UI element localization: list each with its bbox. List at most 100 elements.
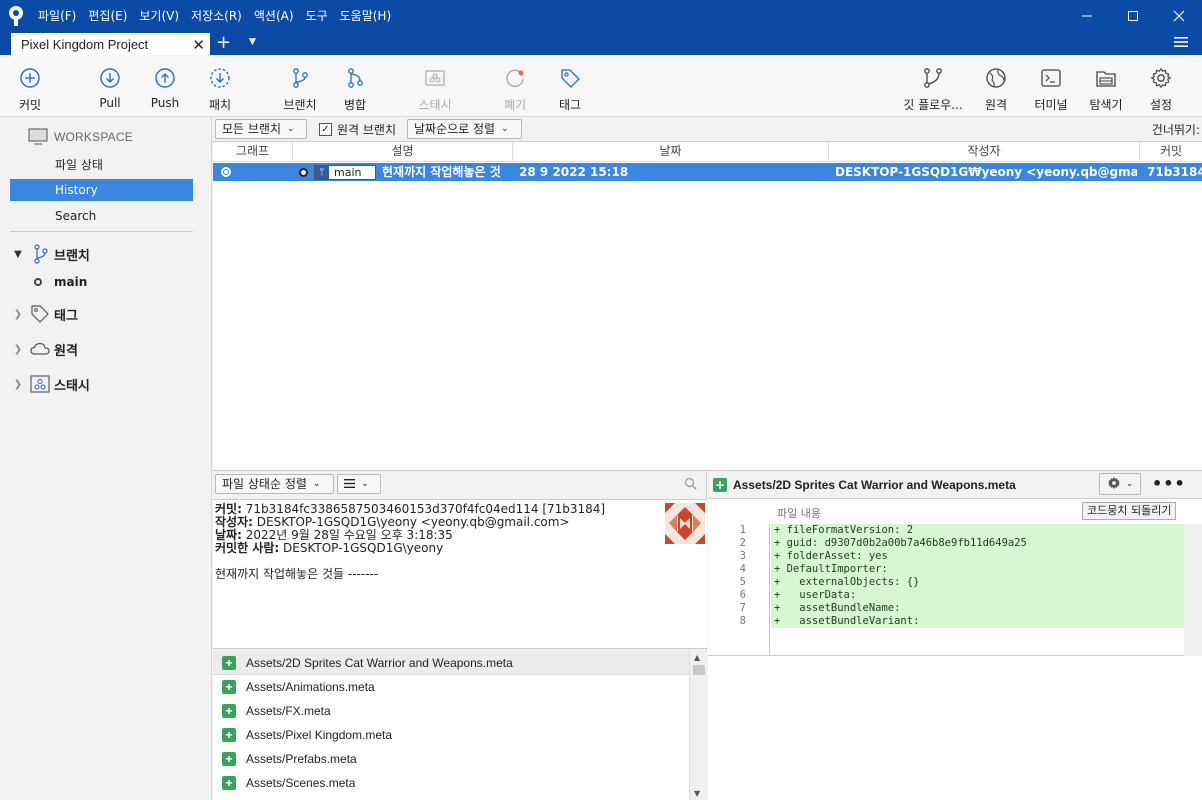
sidebar-item-file-status[interactable]: 파일 상태 bbox=[10, 154, 193, 176]
push-button[interactable]: Push bbox=[135, 65, 195, 110]
line-number: 4 bbox=[739, 563, 746, 575]
list-item[interactable]: + Assets/Scenes.meta bbox=[213, 771, 689, 795]
column-author[interactable]: 작성자 bbox=[829, 142, 1140, 162]
menu-repository[interactable]: 저장소(R) bbox=[185, 0, 248, 32]
diff-scrollbar[interactable] bbox=[1184, 524, 1202, 656]
tab-close-icon[interactable]: ✕ bbox=[192, 36, 205, 54]
search-icon[interactable] bbox=[684, 477, 697, 493]
menu-tools[interactable]: 도구 bbox=[300, 0, 334, 32]
diff-options-dropdown[interactable]: ⌄ bbox=[1099, 473, 1141, 495]
sidebar-branch-main[interactable]: main bbox=[34, 275, 87, 289]
file-added-icon: + bbox=[222, 704, 236, 718]
history-table: 그래프 설명 날짜 작성자 커밋 ᛘ main 현재까지 작업해놓은 것 28 … bbox=[213, 141, 1202, 471]
stash-label: 스태시 bbox=[418, 98, 452, 112]
chevron-right-icon: ❯ bbox=[13, 308, 23, 320]
added-code: + guid: d9307d0b2a00b7a46b8e9fb11d649a25 bbox=[771, 537, 1184, 550]
new-tab-button[interactable]: + bbox=[216, 34, 231, 52]
commit-hash-value[interactable]: 71b3184fc3386587503460153d370f4fc04ed114… bbox=[246, 502, 605, 516]
remote-label: 원격 bbox=[984, 98, 1008, 112]
list-item[interactable]: + Assets/Pixel Kingdom.meta bbox=[213, 723, 689, 747]
chevron-down-icon: ⌄ bbox=[361, 479, 369, 489]
branch-filter-dropdown[interactable]: 모든 브랜치 ⌄ bbox=[215, 119, 307, 139]
stash-button[interactable]: 스태시 bbox=[405, 65, 465, 113]
skip-label: 건너뛰기: bbox=[1151, 123, 1200, 137]
list-item[interactable]: + Assets/Prefabs.meta bbox=[213, 747, 689, 771]
branch-filter-value: 모든 브랜치 bbox=[222, 122, 282, 136]
branches-label: 브랜치 bbox=[54, 248, 90, 264]
discard-label: 폐기 bbox=[503, 98, 527, 112]
sidebar-group-branches[interactable]: ▼ 브랜치 bbox=[12, 244, 90, 264]
maximize-button[interactable] bbox=[1110, 0, 1156, 32]
sidebar-group-stashes[interactable]: ❯ 스태시 bbox=[12, 374, 90, 394]
sidebar-group-remotes[interactable]: ❯ 원격 bbox=[12, 339, 78, 359]
column-date[interactable]: 날짜 bbox=[513, 142, 829, 162]
scroll-down-icon[interactable]: ▼ bbox=[694, 789, 700, 798]
hunk-label: 파일 내용 bbox=[777, 507, 821, 520]
explorer-button[interactable]: 탐색기 bbox=[1076, 65, 1136, 113]
gitflow-button[interactable]: 깃 플로우... bbox=[903, 65, 963, 113]
push-label: Push bbox=[150, 96, 180, 110]
chevron-right-icon: ❯ bbox=[13, 343, 23, 355]
sort-order-dropdown[interactable]: 날짜순으로 정렬 ⌄ bbox=[407, 119, 522, 139]
head-indicator-icon bbox=[299, 168, 308, 177]
window-controls bbox=[1064, 0, 1202, 32]
author-avatar bbox=[665, 503, 705, 544]
menu-help[interactable]: 도움말(H) bbox=[334, 0, 398, 32]
chevron-right-icon: ❯ bbox=[13, 378, 23, 390]
menu-actions[interactable]: 액션(A) bbox=[248, 0, 300, 32]
fetch-button[interactable]: 패치 bbox=[190, 65, 250, 113]
commit-button[interactable]: 커밋 bbox=[0, 65, 60, 113]
list-item[interactable]: + Assets/Animations.meta bbox=[213, 675, 689, 699]
remote-branches-checkbox[interactable]: ✓ 원격 브랜치 bbox=[319, 121, 396, 138]
scrollbar-thumb[interactable] bbox=[693, 665, 705, 675]
chevron-down-icon: ⌄ bbox=[312, 479, 321, 489]
diff-bottom-divider bbox=[708, 655, 1184, 656]
remote-button[interactable]: 원격 bbox=[966, 65, 1026, 113]
sidebar-group-tags[interactable]: ❯ 태그 bbox=[12, 304, 78, 324]
list-item[interactable]: + Assets/2D Sprites Cat Warrior and Weap… bbox=[213, 651, 689, 675]
terminal-button[interactable]: 터미널 bbox=[1021, 65, 1081, 113]
file-sort-dropdown[interactable]: 파일 상태순 정렬 ⌄ bbox=[215, 474, 334, 494]
sidebar: WORKSPACE 파일 상태 History Search ▼ 브랜치 mai… bbox=[0, 117, 212, 800]
pull-button[interactable]: Pull bbox=[80, 65, 140, 110]
committer-label: 커밋한 사람: bbox=[215, 541, 280, 555]
commit-hash-label: 커밋: bbox=[215, 502, 242, 516]
list-item[interactable]: + Assets/FX.meta bbox=[213, 699, 689, 723]
view-mode-dropdown[interactable]: ⌄ bbox=[337, 474, 381, 494]
menu-edit[interactable]: 편집(E) bbox=[82, 0, 133, 32]
minimize-button[interactable] bbox=[1064, 0, 1110, 32]
stash-icon bbox=[422, 65, 448, 91]
revert-hunk-button[interactable]: 코드뭉치 되돌리기 bbox=[1082, 502, 1177, 520]
files-scrollbar[interactable]: ▲ ▼ bbox=[689, 651, 707, 800]
hamburger-menu-icon[interactable] bbox=[1174, 36, 1188, 51]
added-code: + DefaultImporter: bbox=[771, 563, 1184, 576]
commit-label: 커밋 bbox=[18, 98, 42, 112]
close-window-button[interactable] bbox=[1156, 0, 1202, 32]
discard-button[interactable]: 폐기 bbox=[485, 65, 545, 113]
more-options-icon[interactable]: ••• bbox=[1152, 474, 1186, 493]
scroll-up-icon[interactable]: ▲ bbox=[694, 653, 700, 662]
column-description[interactable]: 설명 bbox=[293, 142, 513, 162]
tab-list-chevron-icon[interactable]: ▼ bbox=[249, 37, 256, 47]
table-row[interactable]: ᛘ main 현재까지 작업해놓은 것 28 9 2022 15:18 DESK… bbox=[213, 163, 1202, 181]
workspace-label: WORKSPACE bbox=[54, 129, 133, 144]
merge-button[interactable]: 병합 bbox=[325, 65, 385, 113]
sidebar-item-history[interactable]: History bbox=[10, 179, 193, 201]
tab-repository[interactable]: Pixel Kingdom Project ✕ bbox=[11, 33, 210, 55]
diff-line: 4 + DefaultImporter: bbox=[708, 563, 1184, 576]
line-number: 7 bbox=[739, 602, 746, 614]
remotes-label: 원격 bbox=[54, 343, 78, 359]
added-code: + assetBundleName: bbox=[771, 602, 1184, 615]
sidebar-item-search[interactable]: Search bbox=[10, 205, 193, 227]
terminal-label: 터미널 bbox=[1034, 98, 1068, 112]
gitflow-icon bbox=[920, 65, 946, 91]
column-commit[interactable]: 커밋 bbox=[1140, 142, 1202, 162]
branch-button[interactable]: 브랜치 bbox=[270, 65, 330, 113]
settings-button[interactable]: 설정 bbox=[1131, 65, 1191, 113]
menu-file[interactable]: 파일(F) bbox=[32, 0, 82, 32]
menu-view[interactable]: 보기(V) bbox=[133, 0, 185, 32]
remote-branches-label: 원격 브랜치 bbox=[337, 123, 397, 137]
added-code: + folderAsset: yes bbox=[771, 550, 1184, 563]
tag-button[interactable]: 태그 bbox=[540, 65, 600, 113]
column-graph[interactable]: 그래프 bbox=[213, 142, 293, 162]
